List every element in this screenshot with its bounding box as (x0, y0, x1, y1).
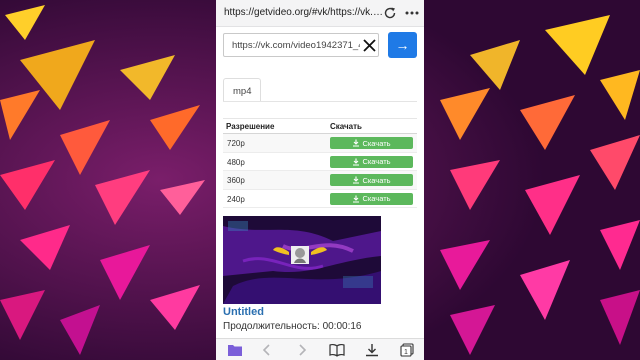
phone-screen: https://getvideo.org/#vk/https://vk.co..… (216, 0, 424, 360)
tab-mp4[interactable]: mp4 (223, 78, 261, 102)
folder-icon[interactable] (227, 343, 243, 357)
address-bar[interactable]: https://getvideo.org/#vk/https://vk.co..… (216, 0, 424, 27)
tabs-count: 1 (404, 349, 408, 356)
duration-value: 00:00:16 (322, 321, 362, 332)
tab-divider (223, 101, 417, 102)
download-icon[interactable] (364, 343, 380, 357)
resolution-cell: 360p (227, 176, 245, 185)
duration-label: Продолжительность: (223, 321, 320, 332)
back-icon[interactable] (259, 343, 275, 357)
download-label: Скачать (362, 138, 391, 148)
table-row: 360p Скачать (223, 171, 417, 190)
table-row: 480p Скачать (223, 153, 417, 171)
download-icon (353, 139, 360, 147)
header-download: Скачать (330, 122, 362, 131)
table-row: 240p Скачать (223, 190, 417, 208)
download-button-720p[interactable]: Скачать (330, 137, 413, 149)
resolution-cell: 720p (227, 139, 245, 148)
forward-icon[interactable] (294, 343, 310, 357)
download-button-240p[interactable]: Скачать (330, 192, 413, 205)
download-button-360p[interactable]: Скачать (330, 174, 413, 186)
browser-toolbar: 1 (216, 338, 424, 360)
tab-label: mp4 (233, 86, 252, 97)
formats-table: Разрешение Скачать 720p Скачать 480p Ска… (223, 118, 417, 208)
resolution-cell: 240p (227, 194, 245, 204)
download-icon (353, 195, 360, 203)
more-menu-icon[interactable] (404, 5, 420, 21)
video-title[interactable]: Untitled (223, 306, 264, 318)
download-label: Скачать (362, 157, 391, 166)
arrow-right-icon: → (395, 37, 410, 53)
clear-icon[interactable] (362, 38, 377, 53)
download-icon (353, 158, 360, 166)
tabs-icon[interactable]: 1 (399, 343, 415, 357)
bookmarks-icon[interactable] (329, 343, 345, 357)
url-text[interactable]: https://getvideo.org/#vk/https://vk.co..… (224, 7, 384, 18)
reload-icon[interactable] (382, 5, 398, 21)
go-button[interactable]: → (388, 32, 417, 58)
download-label: Скачать (362, 194, 391, 203)
resolution-cell: 480p (227, 157, 245, 167)
header-resolution: Разрешение (226, 122, 275, 131)
video-link-input[interactable]: https://vk.com/video1942371_4 (223, 33, 379, 57)
video-thumbnail[interactable] (223, 216, 381, 304)
video-duration: Продолжительность: 00:00:16 (223, 321, 362, 332)
download-label: Скачать (362, 175, 391, 185)
download-icon (353, 176, 360, 184)
download-button-480p[interactable]: Скачать (330, 155, 413, 168)
table-row: 720p Скачать (223, 134, 417, 153)
video-link-value[interactable]: https://vk.com/video1942371_4 (232, 40, 360, 51)
table-header: Разрешение Скачать (223, 118, 417, 134)
